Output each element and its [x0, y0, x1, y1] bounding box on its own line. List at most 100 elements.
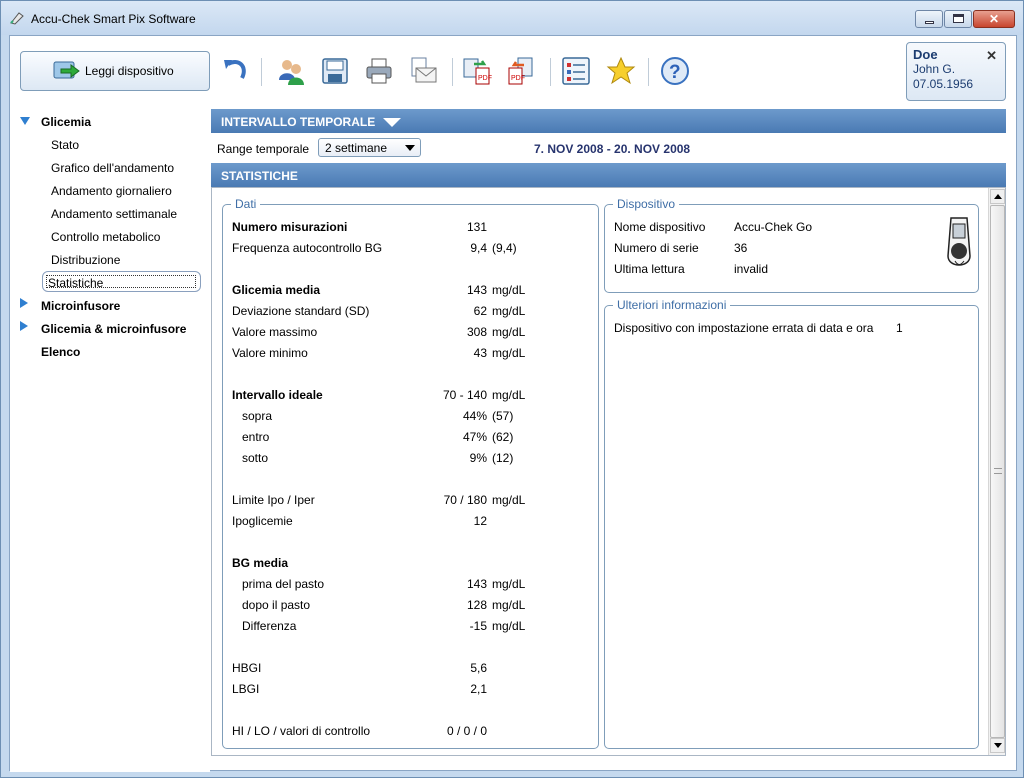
app-window: Accu-Chek Smart Pix Software ✕ Leggi dis… — [0, 0, 1024, 778]
print-icon[interactable] — [364, 56, 394, 86]
scroll-down-button[interactable] — [990, 738, 1005, 753]
read-device-icon — [53, 61, 80, 79]
stat-value-gl_media: 143 — [466, 283, 487, 297]
nav-andamento-giornaliero[interactable]: Andamento giornaliero — [51, 184, 172, 198]
svg-text:PDF: PDF — [511, 75, 525, 82]
date-range: 7. NOV 2008 - 20. NOV 2008 — [534, 142, 691, 156]
stat-label-prima: prima del pasto — [242, 577, 325, 591]
scroll-up-button[interactable] — [990, 189, 1005, 204]
nav-distribuzione[interactable]: Distribuzione — [51, 253, 120, 267]
range-value: 2 settimane — [325, 141, 388, 155]
device-name-label: Nome dispositivo — [614, 220, 706, 234]
device-last-value: invalid — [734, 262, 769, 276]
toolbar-separator — [261, 58, 262, 86]
undo-icon[interactable] — [220, 56, 250, 86]
stat-label-ideale: Intervallo ideale — [232, 388, 323, 402]
patient-first-name: John G. — [913, 62, 956, 76]
more-info-legend: Ulteriori informazioni — [617, 298, 727, 312]
stat-value-ideale: 70 - 140 — [442, 388, 487, 402]
stat-label-gl_media: Glicemia media — [232, 283, 321, 297]
nav-andamento-settimanale[interactable]: Andamento settimanale — [51, 207, 177, 221]
sidebar-nav: Glicemia Stato Grafico dell'andamento An… — [10, 106, 210, 772]
stat-label-entro: entro — [242, 430, 270, 444]
save-icon[interactable] — [320, 56, 350, 86]
close-patient-icon[interactable]: ✕ — [986, 48, 997, 64]
collapsed-arrow-icon[interactable] — [20, 298, 28, 308]
nav-glicemia[interactable]: Glicemia — [41, 115, 91, 129]
stat-label-num_mis: Numero misurazioni — [232, 220, 348, 234]
device-serial-value: 36 — [734, 241, 748, 255]
help-icon[interactable]: ? — [660, 56, 690, 86]
scrollbar-thumb[interactable] — [990, 205, 1005, 738]
nav-grafico-andamento[interactable]: Grafico dell'andamento — [51, 161, 174, 175]
maximize-button[interactable] — [944, 10, 972, 28]
nav-stato[interactable]: Stato — [51, 138, 79, 152]
collapse-arrow-icon[interactable] — [383, 118, 402, 128]
stat-value-dopo: 128 — [466, 598, 487, 612]
email-icon[interactable] — [408, 56, 438, 86]
stat-label-limite: Limite Ipo / Iper — [232, 493, 315, 507]
close-window-button[interactable]: ✕ — [973, 10, 1015, 28]
range-label: Range temporale — [217, 142, 310, 156]
interval-header-title: INTERVALLO TEMPORALE — [221, 115, 376, 129]
stat-unit-max: mg/dL — [492, 325, 526, 339]
more-info-group: Ulteriori informazioni — [604, 298, 979, 749]
stats-panel: Dati Numero misurazioni 131 Frequenza auto… — [211, 187, 1006, 756]
device-legend: Dispositivo — [617, 197, 676, 211]
device-serial-label: Numero di serie — [614, 241, 699, 255]
stat-value-lbgi: 2,1 — [470, 682, 487, 696]
stat-value-prima: 143 — [466, 577, 487, 591]
nav-glicemia-microinfusore[interactable]: Glicemia & microinfusore — [41, 322, 186, 336]
stat-label-hbgi: HBGI — [232, 661, 262, 675]
export-pdf-icon[interactable]: PDF — [462, 56, 492, 86]
meter-device-icon — [947, 217, 971, 266]
stat-value-sd: 62 — [473, 304, 487, 318]
collapsed-arrow-icon[interactable] — [20, 321, 28, 331]
more-info-value: 1 — [896, 321, 903, 335]
client-area: Leggi dispositivo PDF PDF ? Doe John G. … — [9, 35, 1017, 772]
patient-card[interactable]: Doe John G. 07.05.1956 ✕ — [906, 42, 1006, 101]
stat-value-limite: 70 / 180 — [443, 493, 487, 507]
stats-header-title: STATISTICHE — [221, 169, 298, 183]
stat-value-ipo: 12 — [473, 514, 487, 528]
device-name-value: Accu-Chek Go — [734, 220, 813, 234]
stat-value-hbgi: 5,6 — [470, 661, 487, 675]
stat-value-entro: 47% — [462, 430, 487, 444]
chevron-down-icon — [405, 145, 415, 151]
stat-label-max: Valore massimo — [232, 325, 318, 339]
range-dropdown[interactable]: 2 settimane — [318, 138, 421, 157]
export-pdf-alt-icon[interactable]: PDF — [506, 56, 536, 86]
minimize-button[interactable] — [915, 10, 943, 28]
stat-unit-limite: mg/dL — [492, 493, 526, 507]
stat-unit-freq: (9,4) — [492, 241, 517, 255]
nav-microinfusore[interactable]: Microinfusore — [41, 299, 120, 313]
patients-icon[interactable] — [276, 56, 306, 86]
stat-label-sotto: sotto — [242, 451, 269, 465]
nav-controllo-metabolico[interactable]: Controllo metabolico — [51, 230, 160, 244]
range-row: Range temporale 2 settimane 7. NOV 2008 … — [211, 134, 1006, 161]
stat-unit-gl_media: mg/dL — [492, 283, 526, 297]
app-icon — [10, 12, 24, 25]
stat-label-sopra: sopra — [242, 409, 273, 423]
nav-elenco[interactable]: Elenco — [41, 345, 80, 359]
stat-label-freq: Frequenza autocontrollo BG — [232, 241, 383, 255]
svg-text:PDF: PDF — [478, 75, 492, 82]
dati-legend: Dati — [235, 197, 257, 211]
nav-statistiche[interactable]: Statistiche — [48, 276, 103, 290]
expanded-arrow-icon[interactable] — [20, 117, 30, 125]
stat-label-hilo: HI / LO / valori di controllo — [232, 724, 371, 738]
window-title: Accu-Chek Smart Pix Software — [31, 12, 196, 26]
stat-unit-sd: mg/dL — [492, 304, 526, 318]
stat-value-num_mis: 131 — [466, 220, 487, 234]
read-device-button[interactable]: Leggi dispositivo — [20, 51, 210, 91]
stat-label-sd: Deviazione standard (SD) — [232, 304, 370, 318]
favorite-star-icon[interactable] — [606, 56, 636, 86]
stat-label-lbgi: LBGI — [232, 682, 260, 696]
stat-unit-prima: mg/dL — [492, 577, 526, 591]
report-list-icon[interactable] — [561, 56, 591, 86]
stat-unit-min: mg/dL — [492, 346, 526, 360]
vertical-scrollbar[interactable] — [988, 188, 1005, 755]
stat-label-min: Valore minimo — [232, 346, 308, 360]
stat-value-max: 308 — [466, 325, 487, 339]
stat-label-dopo: dopo il pasto — [242, 598, 311, 612]
